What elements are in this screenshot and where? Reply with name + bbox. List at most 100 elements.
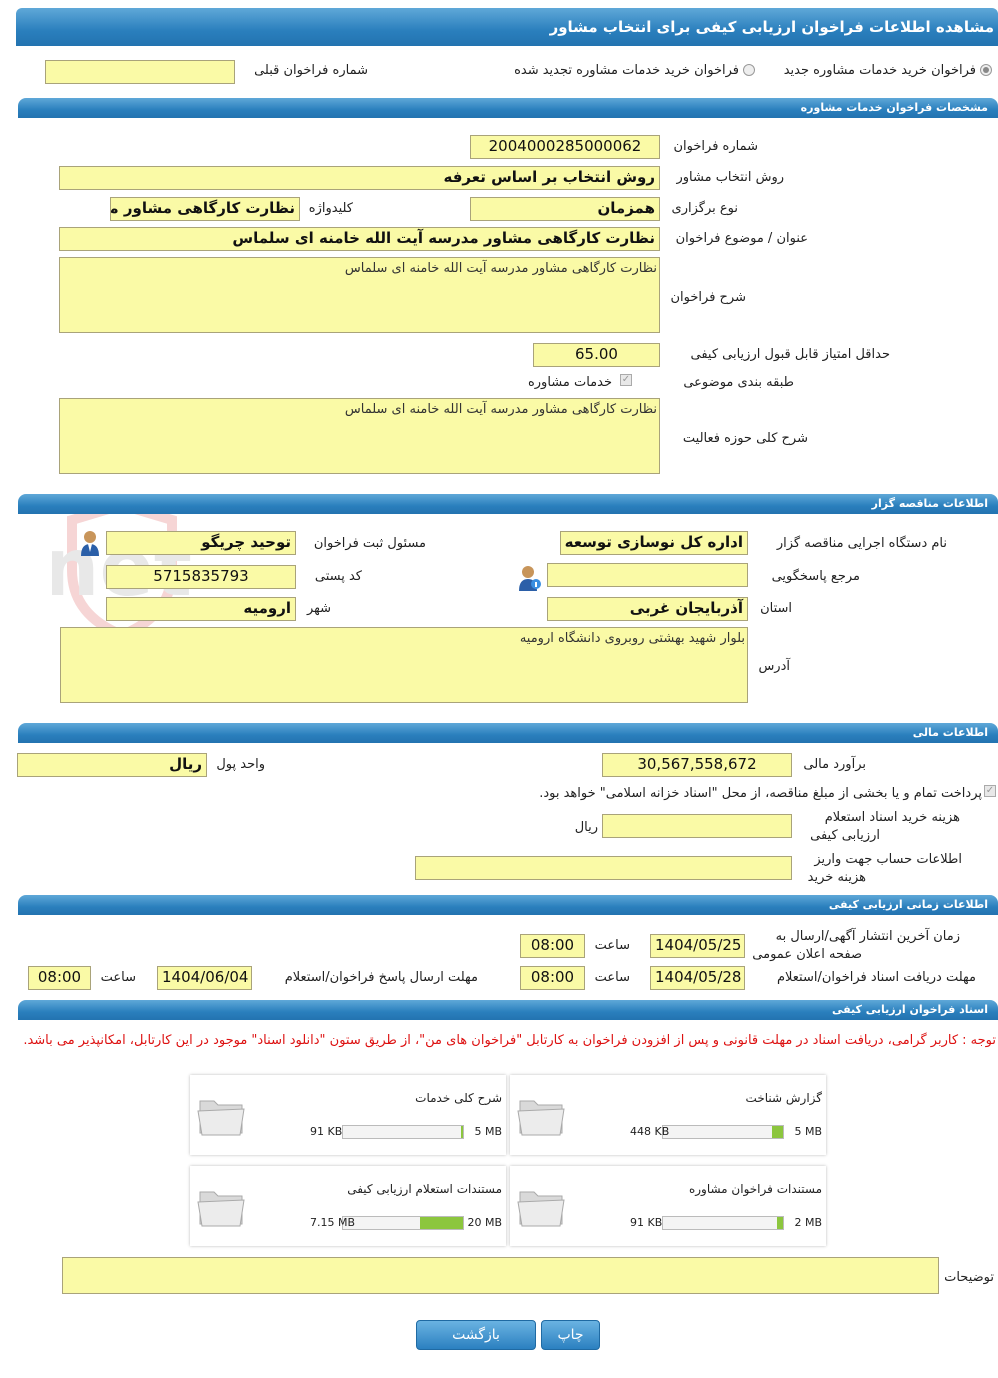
- document-max-size: 2 MB: [794, 1216, 822, 1229]
- registrar-label: مسئول ثبت فراخوان: [313, 536, 426, 551]
- folder-icon: [517, 1100, 565, 1136]
- subject-field: نظارت کارگاهی مشاور مدرسه آیت الله خامنه…: [59, 227, 660, 251]
- receive-date-field: 1404/05/28: [650, 966, 745, 990]
- method-field: روش انتخاب بر اساس تعرفه: [59, 166, 660, 190]
- document-size-bar: [342, 1216, 464, 1230]
- category-label: طبقه بندی موضوعی: [683, 375, 794, 390]
- document-size: 91 KB: [310, 1125, 343, 1138]
- province-field: آذربایجان غربی: [547, 597, 748, 621]
- type-label: نوع برگزاری: [671, 201, 738, 216]
- document-max-size: 5 MB: [474, 1125, 502, 1138]
- section-consult-header: مشخصات فراخوان خدمات مشاوره: [18, 98, 998, 118]
- document-size-bar: [342, 1125, 464, 1139]
- reply-label: مهلت ارسال پاسخ فراخوان/استعلام: [284, 970, 478, 985]
- subject-label: عنوان / موضوع فراخوان: [675, 231, 808, 246]
- type-field: همزمان: [470, 197, 660, 221]
- reference-field[interactable]: [547, 563, 748, 587]
- document-size-bar: [662, 1125, 784, 1139]
- doc-fee-unit: ریال: [574, 820, 598, 835]
- folder-icon: [517, 1191, 565, 1227]
- radio-new-call[interactable]: [980, 64, 992, 76]
- min-score-label: حداقل امتیاز قابل قبول ارزیابی کیفی: [690, 347, 890, 362]
- reply-time-field: 08:00: [28, 966, 91, 990]
- document-card[interactable]: مستندات استعلام ارزیابی کیفی 20 MB 7.15 MB: [190, 1166, 506, 1246]
- org-label: نام دستگاه اجرایی مناقصه گزار: [776, 536, 947, 551]
- document-size: 91 KB: [630, 1216, 663, 1229]
- document-size-bar: [662, 1216, 784, 1230]
- account-label-1: اطلاعات حساب جهت واریز: [814, 852, 962, 867]
- document-max-size: 5 MB: [794, 1125, 822, 1138]
- document-size-fill: [420, 1217, 463, 1229]
- call-number-field: 2004000285000062: [470, 135, 660, 159]
- page-title: مشاهده اطلاعات فراخوان ارزیابی کیفی برای…: [16, 8, 998, 46]
- estimate-label: برآورد مالی: [803, 757, 866, 772]
- treasury-note: پرداخت تمام و یا بخشی از مبلغ مناقصه، از…: [539, 786, 982, 801]
- currency-label: واحد پول: [216, 757, 265, 772]
- document-title: شرح کلی خدمات: [415, 1091, 502, 1105]
- prev-call-field[interactable]: [45, 60, 235, 84]
- doc-fee-label-1: هزینه خرید اسناد استعلام: [824, 810, 960, 825]
- download-notice: توجه : کاربر گرامی، دریافت اسناد در مهلت…: [23, 1033, 996, 1048]
- account-label-2: هزینه خرید: [807, 870, 866, 885]
- document-title: مستندات استعلام ارزیابی کیفی: [347, 1182, 502, 1196]
- category-value: خدمات مشاوره: [527, 375, 612, 390]
- city-field: ارومیه: [106, 597, 296, 621]
- document-size-fill: [461, 1126, 463, 1138]
- org-field: اداره کل نوسازی توسعه و: [560, 531, 748, 555]
- user-info-icon[interactable]: [518, 565, 542, 591]
- min-score-field: 65.00: [533, 343, 660, 367]
- document-size: 448 KB: [630, 1125, 670, 1138]
- radio-new-label: فراخوان خرید خدمات مشاوره جدید: [783, 63, 976, 78]
- receive-time-field: 08:00: [520, 966, 585, 990]
- doc-fee-field: [602, 814, 792, 838]
- registrar-field: توحید چریگو: [106, 531, 296, 555]
- radio-renewed-label: فراخوان خرید خدمات مشاوره تجدید شده: [514, 63, 739, 78]
- keyword-field: نظارت کارگاهی مشاور مدر: [110, 197, 300, 221]
- document-card[interactable]: مستندات فراخوان مشاوره 2 MB 91 KB: [510, 1166, 826, 1246]
- address-field: بلوار شهید بهشتی روبروی دانشگاه ارومیه: [60, 627, 748, 703]
- publish-time-field: 08:00: [520, 934, 585, 958]
- city-label: شهر: [306, 601, 331, 616]
- postal-label: کد پستی: [314, 569, 362, 584]
- method-label: روش انتخاب مشاور: [676, 170, 784, 185]
- reference-label: مرجع پاسخگویی: [771, 569, 860, 584]
- document-card[interactable]: گزارش شناخت 5 MB 448 KB: [510, 1075, 826, 1155]
- section-timing-header: اطلاعات زمانی ارزیابی کیفی: [18, 895, 998, 915]
- document-card[interactable]: شرح کلی خدمات 5 MB 91 KB: [190, 1075, 506, 1155]
- receive-label: مهلت دریافت اسناد فراخوان/استعلام: [776, 970, 976, 985]
- document-size: 7.15 MB: [310, 1216, 356, 1229]
- prev-call-label: شماره فراخوان قبلی: [254, 63, 368, 78]
- print-button[interactable]: چاپ: [541, 1320, 600, 1350]
- folder-icon: [197, 1191, 245, 1227]
- scope-label: شرح کلی حوزه فعالیت: [682, 431, 808, 446]
- keyword-label: کلیدواژه: [308, 201, 353, 216]
- radio-renewed-call[interactable]: [743, 64, 755, 76]
- reply-time-label: ساعت: [100, 970, 136, 985]
- document-title: مستندات فراخوان مشاوره: [688, 1182, 822, 1196]
- description-field: نظارت کارگاهی مشاور مدرسه آیت الله خامنه…: [59, 257, 660, 333]
- section-tender-header: اطلاعات مناقصه گزار: [18, 494, 998, 514]
- document-max-size: 20 MB: [467, 1216, 502, 1229]
- publish-date-field: 1404/05/25: [650, 934, 745, 958]
- back-button[interactable]: بازگشت: [416, 1320, 536, 1350]
- account-field: [415, 856, 792, 880]
- user-icon[interactable]: [79, 530, 101, 556]
- treasury-checkbox[interactable]: ✓: [984, 785, 996, 797]
- description-label: شرح فراخوان: [670, 290, 747, 305]
- category-checkbox[interactable]: ✓: [620, 374, 632, 386]
- currency-field: ریال: [17, 753, 207, 777]
- document-size-fill: [772, 1126, 783, 1138]
- notes-label: توضیحات: [944, 1270, 994, 1285]
- scope-field: نظارت کارگاهی مشاور مدرسه آیت الله خامنه…: [59, 398, 660, 474]
- publish-time-label: ساعت: [594, 938, 630, 953]
- section-finance-header: اطلاعات مالی: [18, 723, 998, 743]
- province-label: استان: [760, 601, 792, 616]
- publish-label-1: زمان آخرین انتشار آگهی/ارسال به: [775, 929, 960, 944]
- section-docs-header: اسناد فراخوان ارزیابی کیفی: [18, 1000, 998, 1020]
- doc-fee-label-2: ارزیابی کیفی: [810, 828, 880, 843]
- publish-label-2: صفحه اعلان عمومی: [752, 947, 862, 962]
- call-number-label: شماره فراخوان: [673, 139, 759, 154]
- address-label: آدرس: [758, 659, 790, 674]
- notes-field: [62, 1257, 939, 1294]
- document-title: گزارش شناخت: [745, 1091, 822, 1105]
